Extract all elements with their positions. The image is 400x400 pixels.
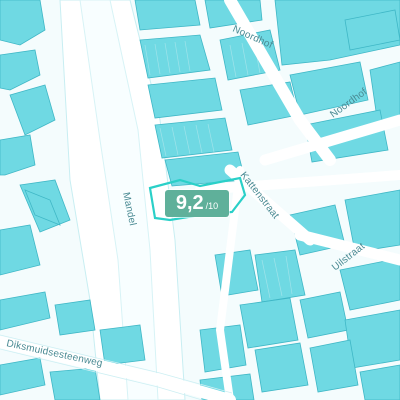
building <box>254 342 309 393</box>
score-badge[interactable]: 9,2 /10 <box>165 190 229 217</box>
building <box>309 339 359 393</box>
building <box>49 367 101 400</box>
score-value: 9,2 <box>175 192 204 214</box>
building <box>139 34 211 79</box>
building <box>99 324 146 366</box>
building <box>299 291 349 339</box>
building <box>54 299 96 336</box>
building <box>239 297 299 349</box>
score-scale: /10 <box>205 201 219 211</box>
building <box>134 0 201 31</box>
